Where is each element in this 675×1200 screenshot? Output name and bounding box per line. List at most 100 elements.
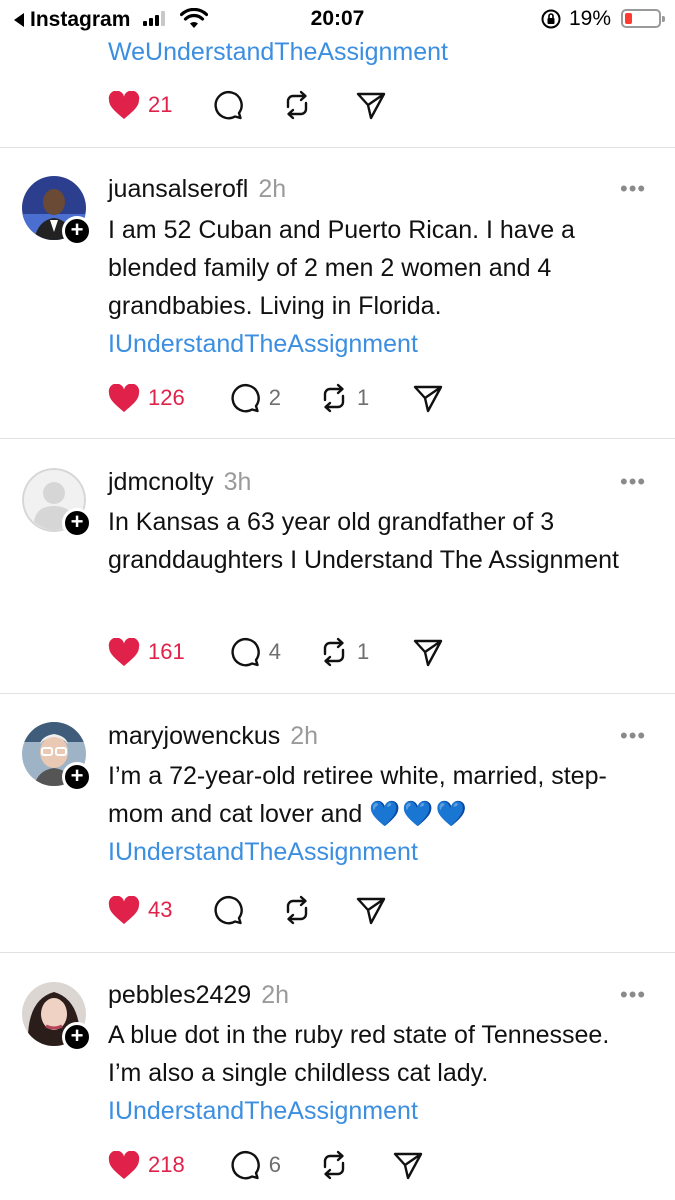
post-text: A blue dot in the ruby red state of Tenn… (108, 1016, 648, 1130)
like-count: 21 (148, 92, 173, 117)
heart-icon (108, 895, 140, 924)
like-button[interactable]: 126 (108, 383, 185, 413)
like-count: 126 (148, 385, 185, 410)
repost-count: 1 (356, 639, 370, 664)
more-icon[interactable]: ••• (620, 176, 646, 202)
status-bar: Instagram 20:07 19% (0, 0, 675, 38)
reply-count: 6 (268, 1152, 281, 1177)
send-icon (414, 385, 443, 413)
comment-icon (231, 1150, 260, 1180)
avatar-button[interactable]: + (22, 982, 92, 1052)
post-divider (0, 147, 675, 148)
post-body: In Kansas a 63 year old grandfather of 3… (108, 508, 619, 574)
repost-icon (287, 90, 308, 120)
more-icon[interactable]: ••• (620, 469, 646, 495)
post-header: jdmcnolty 3h (108, 466, 251, 498)
like-button[interactable]: 218 (108, 1150, 185, 1180)
username-link[interactable]: jdmcnolty (108, 468, 214, 496)
repost-button[interactable]: 1 (319, 637, 369, 667)
username-link[interactable]: maryjowenckus (108, 722, 280, 750)
blue-heart-emoji: 💙💙💙 (369, 800, 469, 828)
reply-count: 2 (268, 385, 281, 410)
comment-icon (231, 637, 260, 667)
repost-icon (287, 895, 308, 925)
hashtag-link[interactable]: IUnderstandTheAssignment (108, 330, 418, 358)
reply-button[interactable] (212, 894, 244, 926)
heart-icon (108, 383, 140, 412)
post-header: pebbles2429 2h (108, 979, 289, 1011)
post-body: I’m a 72-year-old retiree white, married… (108, 762, 607, 828)
hashtag-link[interactable]: IUnderstandTheAssignment (108, 838, 418, 866)
reply-button[interactable]: 6 (229, 1149, 281, 1181)
reply-button[interactable]: 2 (229, 382, 281, 414)
more-icon[interactable]: ••• (620, 982, 646, 1008)
post-divider (0, 438, 675, 439)
post-body: A blue dot in the ruby red state of Tenn… (108, 1021, 610, 1087)
repost-button[interactable] (282, 895, 312, 925)
avatar-button[interactable]: + (22, 468, 92, 538)
repost-count: 1 (356, 385, 370, 410)
post-actions: 218 6 (108, 1148, 423, 1182)
post-time: 3h (223, 468, 252, 496)
post-actions: 126 2 1 (108, 381, 443, 415)
post-body: I am 52 Cuban and Puerto Rican. I have a… (108, 216, 575, 320)
follow-plus-icon[interactable]: + (62, 762, 92, 792)
like-count: 218 (148, 1152, 185, 1177)
follow-plus-icon[interactable]: + (62, 508, 92, 538)
rotation-lock-icon (541, 9, 561, 29)
send-icon (357, 897, 386, 925)
reply-button[interactable] (212, 89, 244, 121)
avatar-button[interactable]: + (22, 176, 92, 246)
post-divider (0, 693, 675, 694)
like-count: 161 (148, 639, 185, 664)
repost-icon (323, 637, 345, 667)
repost-button[interactable]: 1 (319, 383, 369, 413)
post-time: 2h (258, 175, 287, 203)
reply-count: 4 (268, 639, 281, 664)
like-count: 43 (148, 897, 173, 922)
share-button[interactable] (393, 1150, 423, 1180)
post-time: 2h (290, 722, 319, 750)
send-icon (393, 1152, 423, 1180)
repost-button[interactable] (319, 1150, 349, 1180)
share-button[interactable] (413, 383, 443, 413)
share-button[interactable] (356, 90, 386, 120)
follow-plus-icon[interactable]: + (62, 1022, 92, 1052)
more-icon[interactable]: ••• (620, 723, 646, 749)
username-link[interactable]: juansalserofl (108, 175, 248, 203)
post-actions: 161 4 1 (108, 635, 443, 669)
post-time: 2h (261, 981, 290, 1009)
heart-icon (108, 90, 140, 119)
avatar-button[interactable]: + (22, 722, 92, 792)
send-icon (357, 92, 386, 120)
post-text: I’m a 72-year-old retiree white, married… (108, 757, 648, 871)
comment-icon (231, 383, 260, 413)
post-header: juansalserofl 2h (108, 173, 286, 205)
comment-icon (214, 90, 244, 120)
username-link[interactable]: pebbles2429 (108, 981, 251, 1009)
repost-button[interactable] (282, 90, 312, 120)
post-header: maryjowenckus 2h (108, 720, 318, 752)
share-button[interactable] (356, 895, 386, 925)
like-button[interactable]: 43 (108, 895, 173, 925)
post-divider (0, 952, 675, 953)
follow-plus-icon[interactable]: + (62, 216, 92, 246)
post-text: In Kansas a 63 year old grandfather of 3… (108, 503, 648, 579)
hashtag-link[interactable]: WeUnderstandTheAssignment (108, 35, 448, 69)
comment-icon (214, 895, 244, 925)
reply-button[interactable]: 4 (229, 636, 281, 668)
hashtag-link[interactable]: IUnderstandTheAssignment (108, 1097, 418, 1125)
send-icon (414, 639, 443, 667)
post-actions: 43 (108, 893, 386, 927)
post-text: I am 52 Cuban and Puerto Rican. I have a… (108, 211, 648, 363)
share-button[interactable] (413, 637, 443, 667)
battery-percentage: 19% (569, 7, 612, 30)
heart-icon (108, 637, 140, 666)
repost-icon (323, 383, 345, 413)
battery-icon (621, 9, 665, 28)
heart-icon (108, 1150, 140, 1179)
like-button[interactable]: 21 (108, 90, 173, 120)
like-button[interactable]: 161 (108, 637, 185, 667)
post-actions: 21 (108, 88, 386, 122)
repost-icon (323, 1150, 345, 1180)
